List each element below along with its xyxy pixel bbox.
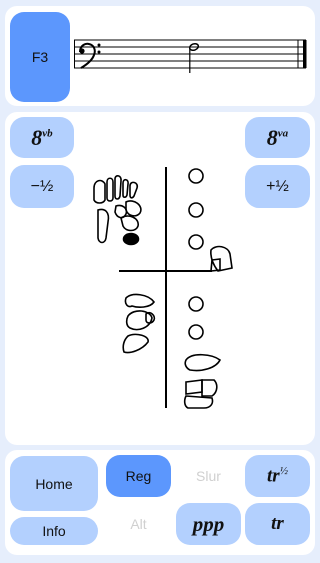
semitone-up-label: +½ xyxy=(266,177,289,195)
octave-down-number: 8 xyxy=(31,124,43,150)
home-label: Home xyxy=(35,475,73,492)
low-f-key-icon[interactable] xyxy=(185,379,203,395)
low-e-thumb-key-icon[interactable] xyxy=(124,293,155,308)
tone-hole-4-icon[interactable] xyxy=(188,296,204,312)
semitone-down-label: −½ xyxy=(30,177,54,195)
dynamics-label: ppp xyxy=(192,511,225,536)
slur-label: Slur xyxy=(196,468,221,484)
trill-label: tr xyxy=(271,513,284,534)
octave-up-button[interactable]: 8va xyxy=(245,117,310,158)
fingering-diagram xyxy=(93,167,233,409)
octave-up-suffix: va xyxy=(277,127,289,140)
whisper-key-icon[interactable] xyxy=(93,179,106,204)
low-e-key-icon[interactable] xyxy=(210,258,221,272)
octave-up-number: 8 xyxy=(266,124,278,150)
half-trill-fraction: ½ xyxy=(279,464,288,477)
note-button[interactable]: F3 xyxy=(10,12,70,102)
octave-down-button[interactable]: 8vb xyxy=(10,117,74,158)
tone-hole-1-icon[interactable] xyxy=(188,168,204,184)
c-sharp-key-icon[interactable] xyxy=(97,208,110,244)
trill-button[interactable]: tr xyxy=(245,503,310,545)
alternate-button: Alt xyxy=(106,503,171,545)
register-button[interactable]: Reg xyxy=(106,455,171,497)
tone-hole-5-icon[interactable] xyxy=(188,324,204,340)
g-sharp-key-icon[interactable] xyxy=(184,353,222,372)
semitone-up-button[interactable]: +½ xyxy=(245,165,310,208)
note-button-label: F3 xyxy=(31,49,49,65)
info-button[interactable]: Info xyxy=(10,517,98,545)
register-label: Reg xyxy=(125,468,152,484)
f-sharp-thumb-key-icon[interactable] xyxy=(125,310,153,331)
a-flat-thumb-key-icon[interactable] xyxy=(122,333,149,354)
half-trill-button[interactable]: tr½ xyxy=(245,455,310,497)
low-a-flat-key-icon[interactable] xyxy=(201,379,218,397)
octave-down-suffix: vb xyxy=(42,127,53,140)
e-flat-key-icon[interactable] xyxy=(114,204,128,219)
d-flat-key-icon[interactable] xyxy=(210,245,233,272)
low-b-flat-key-icon[interactable] xyxy=(183,395,214,409)
high-c-key-icon[interactable] xyxy=(120,215,139,232)
flick-key-d-icon[interactable] xyxy=(129,181,139,199)
tone-hole-3-icon[interactable] xyxy=(188,234,204,250)
half-trill-symbol: tr xyxy=(267,465,280,487)
info-label: Info xyxy=(42,523,66,539)
flick-key-c-icon[interactable] xyxy=(122,178,129,199)
semitone-down-button[interactable]: −½ xyxy=(10,165,74,208)
tone-hole-2-icon[interactable] xyxy=(188,202,204,218)
high-a-key-icon[interactable] xyxy=(125,200,142,217)
slur-button: Slur xyxy=(176,455,241,497)
pancake-key-icon[interactable] xyxy=(122,232,140,246)
home-button[interactable]: Home xyxy=(10,456,98,511)
flick-key-b-icon[interactable] xyxy=(114,175,122,200)
flick-key-a-icon[interactable] xyxy=(106,177,114,202)
dynamics-button[interactable]: ppp xyxy=(176,503,241,545)
music-staff xyxy=(74,39,307,73)
alternate-label: Alt xyxy=(130,516,147,532)
